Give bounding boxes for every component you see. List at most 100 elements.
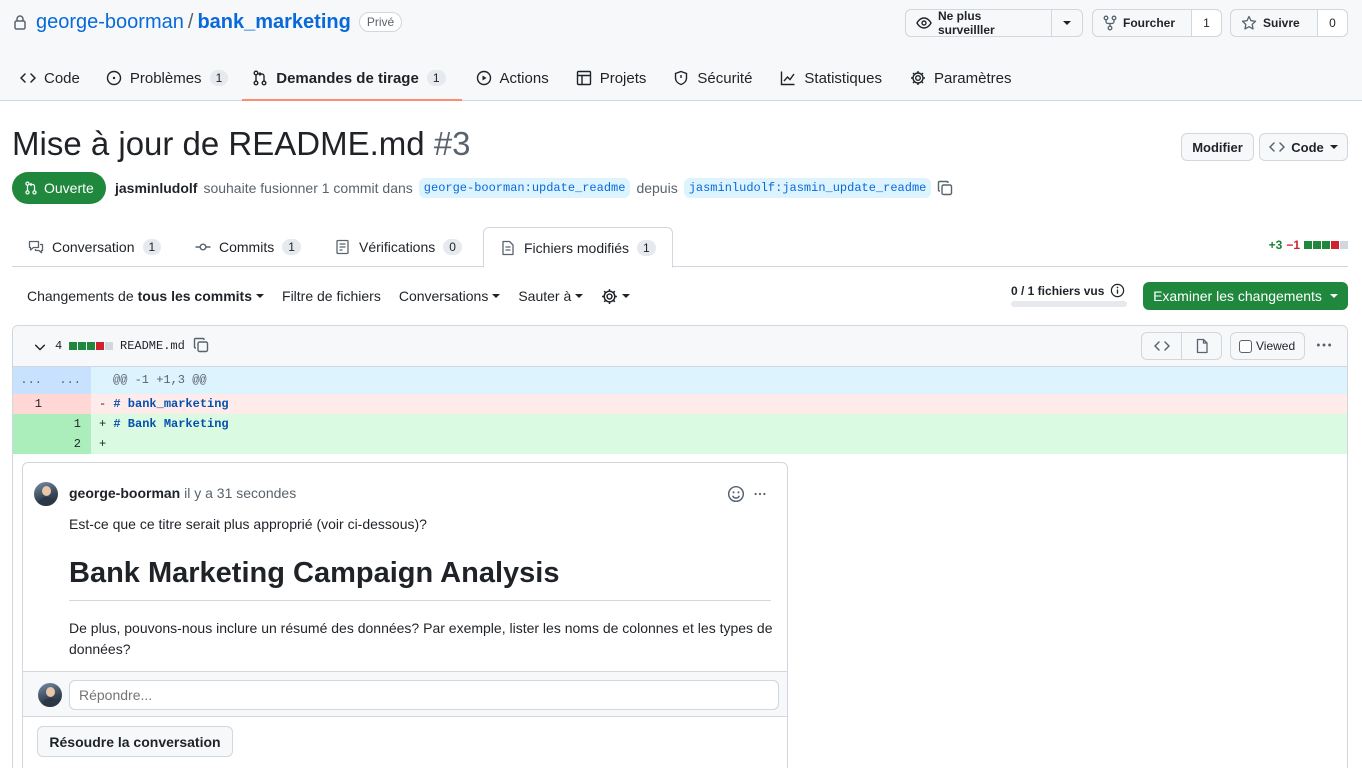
diff-line-deleted: 1 - # bank_marketing bbox=[13, 394, 1347, 414]
copy-icon[interactable] bbox=[193, 337, 209, 353]
diff-settings-dropdown[interactable] bbox=[601, 288, 631, 305]
fork-button[interactable]: Fourcher bbox=[1093, 10, 1191, 36]
star-button[interactable]: Suivre bbox=[1231, 10, 1317, 36]
tab-conversation[interactable]: Conversation 1 bbox=[12, 227, 177, 267]
kebab-horizontal-icon[interactable] bbox=[751, 487, 769, 501]
watch-button-group: Ne plus surveilller bbox=[905, 9, 1083, 37]
line-number-new[interactable] bbox=[52, 394, 91, 414]
nav-settings[interactable]: Paramètres bbox=[896, 56, 1026, 100]
reply-input[interactable] bbox=[69, 680, 779, 710]
line-number-new[interactable]: 1 bbox=[52, 414, 91, 434]
tab-files-changed[interactable]: Fichiers modifiés 1 bbox=[483, 227, 673, 268]
commit-range-value: tous les commits bbox=[137, 288, 253, 304]
pr-tabs: Conversation 1 Commits 1 Vérifications 0… bbox=[12, 227, 1348, 268]
line-number-new[interactable]: ... bbox=[52, 367, 91, 394]
nav-pull-requests-count: 1 bbox=[426, 70, 446, 86]
caret-down-icon bbox=[1329, 294, 1338, 298]
gear-icon bbox=[601, 288, 618, 305]
diff-text: # bank_marketing bbox=[113, 397, 229, 411]
diff-code: + # Bank Marketing bbox=[91, 414, 1347, 434]
caret-down-icon bbox=[622, 294, 631, 298]
repo-owner-link[interactable]: george-boorman bbox=[36, 11, 184, 34]
info-icon[interactable] bbox=[1110, 283, 1125, 298]
viewed-checkbox[interactable]: Viewed bbox=[1230, 332, 1305, 360]
diffstat: +3 −1 bbox=[1269, 238, 1348, 252]
fork-count[interactable]: 1 bbox=[1191, 10, 1221, 36]
line-number-new[interactable]: 2 bbox=[52, 434, 91, 454]
chevron-down-icon[interactable] bbox=[33, 340, 47, 354]
table-icon bbox=[576, 70, 592, 86]
tab-commits[interactable]: Commits 1 bbox=[179, 227, 317, 267]
line-number-old[interactable]: ... bbox=[13, 367, 52, 394]
visibility-badge: Privé bbox=[358, 12, 403, 32]
diff-toolbar: Changements de tous les commits Filtre d… bbox=[27, 282, 648, 310]
diff-line-added: 2 + bbox=[13, 434, 1347, 454]
edit-label: Modifier bbox=[1192, 139, 1243, 155]
nav-security[interactable]: Sécurité bbox=[660, 56, 766, 100]
tab-commits-label: Commits bbox=[219, 239, 275, 255]
hunk-header: @@ -1 +1,3 @@ bbox=[91, 367, 1347, 394]
line-number-old[interactable]: 1 bbox=[13, 394, 52, 414]
pr-author-link[interactable]: jasminludolf bbox=[115, 180, 197, 196]
nav-pull-requests-label: Demandes de tirage bbox=[276, 69, 419, 87]
file-change-count: 4 bbox=[55, 339, 63, 353]
deletions-count: −1 bbox=[1286, 238, 1300, 252]
jump-to-label: Sauter à bbox=[518, 288, 572, 304]
code-dropdown-button[interactable]: Code bbox=[1259, 133, 1348, 161]
comment-author-link[interactable]: george-boorman bbox=[69, 485, 180, 501]
files-viewed-label: 0 / 1 fichiers vus bbox=[1011, 283, 1105, 298]
line-number-old[interactable] bbox=[13, 414, 52, 434]
base-branch[interactable]: george-boorman:update_readme bbox=[418, 178, 631, 198]
code-icon bbox=[1153, 338, 1170, 354]
repo-name-link[interactable]: bank_marketing bbox=[197, 11, 350, 34]
tab-checks[interactable]: Vérifications 0 bbox=[319, 227, 478, 267]
review-comment-thread: george-boorman il y a 31 secondes Est-ce… bbox=[22, 462, 788, 768]
code-icon bbox=[1269, 139, 1285, 155]
repo-separator: / bbox=[187, 10, 194, 33]
comment-timestamp[interactable]: il y a 31 secondes bbox=[184, 485, 296, 501]
nav-code[interactable]: Code bbox=[0, 56, 94, 100]
head-branch[interactable]: jasminludolf:jasmin_update_readme bbox=[683, 178, 932, 198]
file-header: 4 README.md Viewed bbox=[13, 326, 1347, 367]
diff-line-added: 1 + # Bank Marketing bbox=[13, 414, 1347, 434]
line-number-old[interactable] bbox=[13, 434, 52, 454]
file-filter-dropdown[interactable]: Filtre de fichiers bbox=[282, 288, 381, 304]
nav-settings-label: Paramètres bbox=[933, 69, 1012, 87]
star-count[interactable]: 0 bbox=[1317, 10, 1347, 36]
kebab-horizontal-icon[interactable] bbox=[1315, 336, 1333, 354]
merge-summary: jasminludolf souhaite fusionner 1 commit… bbox=[115, 176, 953, 200]
nav-actions[interactable]: Actions bbox=[462, 56, 563, 100]
nav-insights[interactable]: Statistiques bbox=[766, 56, 896, 100]
avatar[interactable] bbox=[34, 482, 58, 506]
file-name-link[interactable]: README.md bbox=[120, 339, 185, 353]
caret-down-icon bbox=[575, 294, 584, 298]
merge-text: souhaite fusionner 1 commit dans bbox=[203, 180, 413, 196]
comment-body-text: De plus, pouvons-nous inclure un résumé … bbox=[69, 620, 773, 657]
diffstat-block-add bbox=[78, 342, 86, 350]
rich-view-button[interactable] bbox=[1181, 333, 1221, 359]
diff-marker: + bbox=[99, 437, 107, 451]
diff-text: # Bank Marketing bbox=[113, 417, 229, 431]
resolve-conversation-button[interactable]: Résoudre la conversation bbox=[37, 726, 233, 757]
gear-icon bbox=[910, 70, 926, 86]
diff-code: - # bank_marketing bbox=[91, 394, 1347, 414]
comment-header: george-boorman il y a 31 secondes bbox=[69, 485, 296, 501]
nav-issues[interactable]: Problèmes 1 bbox=[94, 56, 242, 100]
nav-pull-requests[interactable]: Demandes de tirage 1 bbox=[242, 56, 462, 101]
nav-actions-label: Actions bbox=[499, 69, 549, 87]
copy-icon[interactable] bbox=[937, 180, 953, 196]
edit-button[interactable]: Modifier bbox=[1181, 133, 1254, 161]
watch-button[interactable]: Ne plus surveilller bbox=[906, 9, 1051, 37]
watch-dropdown-button[interactable] bbox=[1051, 10, 1082, 36]
tab-conversation-count: 1 bbox=[142, 239, 162, 255]
diff-marker: - bbox=[99, 397, 107, 411]
commit-range-dropdown[interactable]: Changements de tous les commits bbox=[27, 288, 265, 304]
smiley-icon[interactable] bbox=[727, 485, 745, 503]
source-view-button[interactable] bbox=[1142, 333, 1181, 359]
graph-icon bbox=[780, 70, 796, 86]
nav-projects[interactable]: Projets bbox=[563, 56, 661, 100]
review-changes-button[interactable]: Examiner les changements bbox=[1143, 282, 1348, 310]
jump-to-dropdown[interactable]: Sauter à bbox=[518, 288, 584, 304]
caret-down-icon bbox=[256, 294, 265, 298]
conversations-dropdown[interactable]: Conversations bbox=[399, 288, 501, 304]
